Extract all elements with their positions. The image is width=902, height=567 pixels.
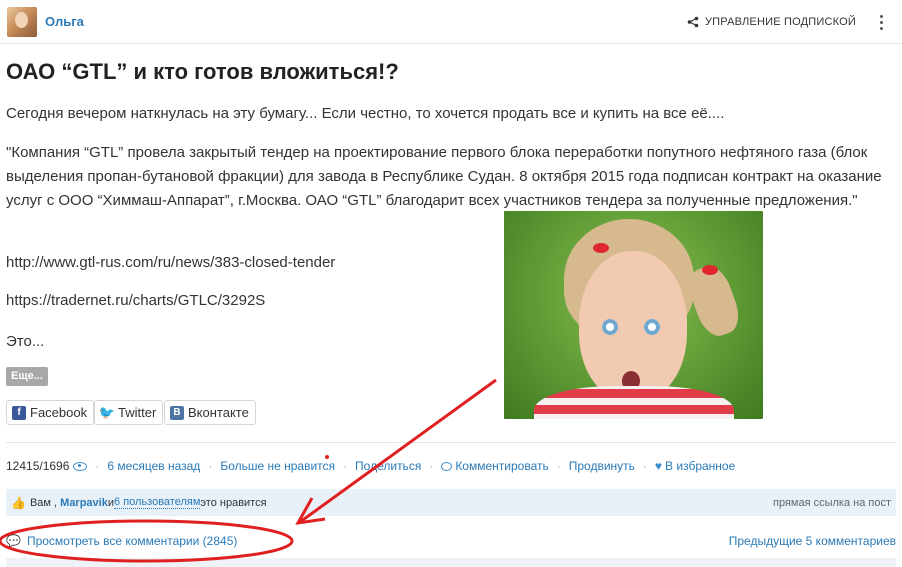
post-quote: "Компания “GTL” провела закрытый тендер …: [6, 144, 882, 209]
share-facebook-button[interactable]: f Facebook: [6, 400, 95, 425]
post-actions: 12415/1696 · 6 месяцев назад · Больше не…: [6, 459, 735, 473]
separator-dot: ·: [208, 459, 213, 473]
view-all-comments-link[interactable]: 💬 Просмотреть все комментарии (2845): [6, 534, 237, 548]
separator-dot: ·: [556, 459, 561, 473]
kebab-menu-icon[interactable]: [878, 15, 884, 31]
photo-eye-right: [644, 319, 660, 335]
post-header: Ольга УПРАВЛЕНИЕ ПОДПИСКОЙ: [0, 0, 902, 44]
post-intro: Сегодня вечером наткнулась на эту бумагу…: [6, 105, 725, 122]
post-link-tradernet[interactable]: https://tradernet.ru/charts/GTLC/3292S: [6, 292, 265, 309]
twitter-icon: 🐦: [98, 404, 116, 420]
post-title: ОАО “GTL” и кто готов вложиться!?: [6, 59, 399, 84]
author-avatar[interactable]: [7, 7, 37, 37]
thumbs-up-icon: 👍: [11, 495, 26, 510]
unlike-link[interactable]: Больше не нравится: [220, 459, 335, 473]
photo-bow-left: [593, 243, 609, 253]
eye-icon: [73, 461, 88, 471]
previous-comments-link[interactable]: Предыдущие 5 комментариев: [729, 534, 896, 548]
annotation-overlay: [0, 378, 497, 563]
views-count: 12415/1696: [6, 459, 70, 473]
comments-bubble-icon: 💬: [6, 534, 21, 548]
read-more-button[interactable]: Еще...: [6, 367, 48, 386]
time-ago-link[interactable]: 6 месяцев назад: [107, 459, 200, 473]
likes-bar: 👍 Вам , Marpavik и 6 пользователям это н…: [6, 489, 896, 516]
author-name[interactable]: Ольга: [45, 14, 84, 29]
view-all-comments-label: Просмотреть все комментарии (2845): [26, 534, 238, 548]
annotation-dot: [325, 455, 329, 459]
comment-link[interactable]: Комментировать: [455, 459, 548, 473]
likes-user-link[interactable]: Marpavik: [60, 497, 108, 509]
post-link-gtl[interactable]: http://www.gtl-rus.com/ru/news/383-close…: [6, 254, 335, 271]
comment-bubble-icon: [441, 461, 453, 471]
likes-suffix: это нравится: [200, 496, 267, 509]
promote-link[interactable]: Продвинуть: [569, 459, 635, 473]
share-twitter-button[interactable]: 🐦 Twitter: [94, 400, 164, 425]
manage-subscription-button[interactable]: УПРАВЛЕНИЕ ПОДПИСКОЙ: [687, 16, 856, 28]
photo-shirt: [534, 386, 734, 419]
likes-you: Вам ,: [29, 496, 58, 509]
manage-subscription-label: УПРАВЛЕНИЕ ПОДПИСКОЙ: [704, 16, 856, 28]
permalink-link[interactable]: прямая ссылка на пост: [773, 497, 891, 509]
share-icon: [687, 16, 699, 28]
favorite-link[interactable]: В избранное: [665, 459, 735, 473]
share-link[interactable]: Поделиться: [355, 459, 421, 473]
vkontakte-icon: B: [170, 405, 184, 420]
share-vkontakte-label: Вконтакте: [188, 405, 249, 420]
heart-icon: ♥: [654, 459, 663, 473]
share-facebook-label: Facebook: [30, 405, 88, 420]
photo-bow-right: [702, 265, 718, 275]
likes-others-link[interactable]: 6 пользователям: [114, 496, 201, 509]
post-ending: Это...: [6, 333, 45, 350]
facebook-icon: f: [12, 405, 26, 420]
separator-dot: ·: [95, 459, 100, 473]
photo-eye-left: [602, 319, 618, 335]
separator-dot: ·: [429, 459, 434, 473]
post-photo: [504, 211, 763, 419]
share-twitter-label: Twitter: [118, 405, 157, 420]
separator-dot: ·: [343, 459, 348, 473]
next-comment-row: [6, 558, 896, 567]
share-vkontakte-button[interactable]: B Вконтакте: [164, 400, 256, 425]
divider: [6, 442, 896, 443]
separator-dot: ·: [642, 459, 647, 473]
